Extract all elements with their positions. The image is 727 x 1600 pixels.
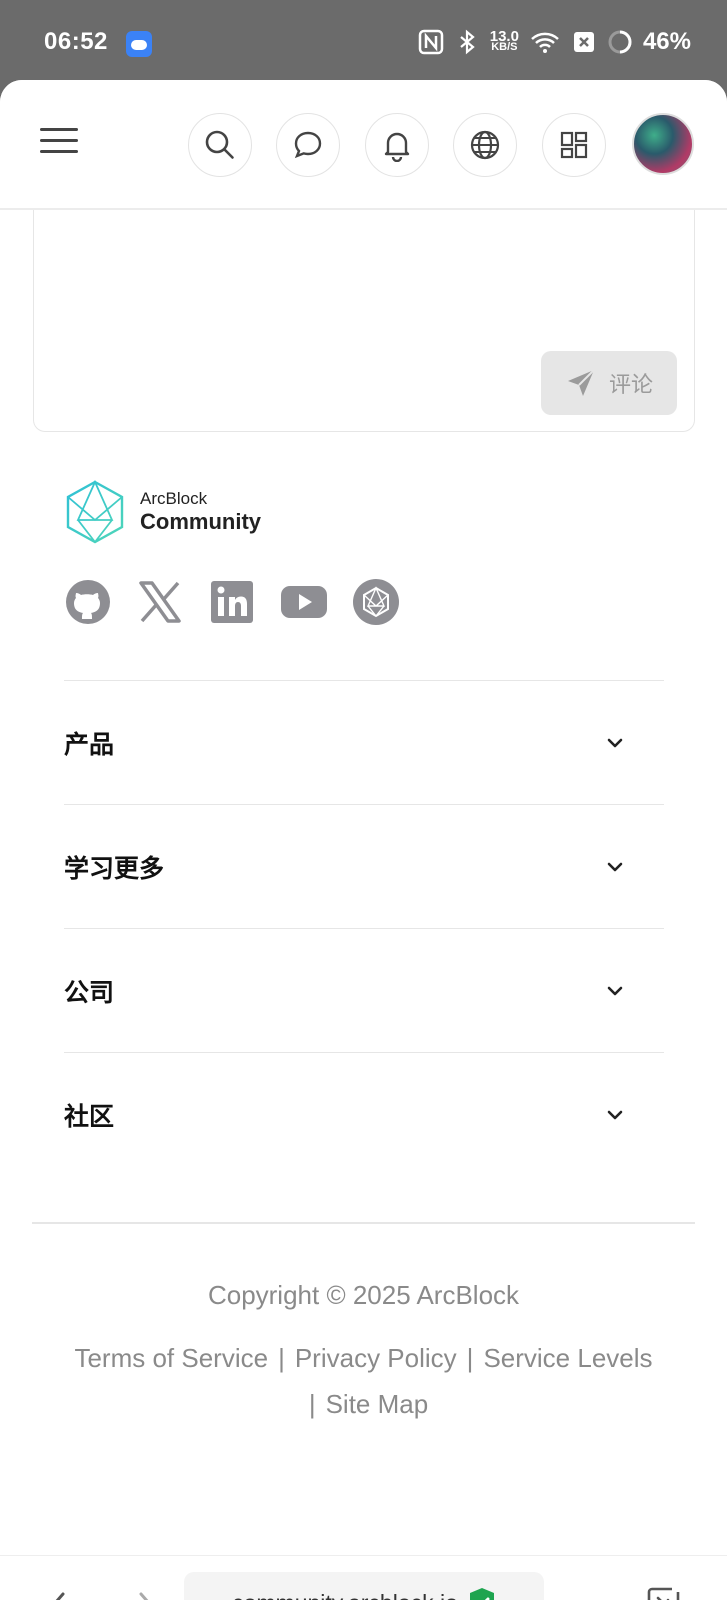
footer-logo[interactable]: ArcBlock Community <box>66 480 261 544</box>
accordion-label: 公司 <box>64 977 115 1007</box>
privacy-link[interactable]: Privacy Policy <box>295 1343 457 1373</box>
user-avatar[interactable] <box>632 113 694 175</box>
apps-icon <box>560 131 588 159</box>
chevron-down-icon <box>607 738 623 747</box>
chat-button[interactable] <box>276 113 340 177</box>
apps-button[interactable] <box>542 113 606 177</box>
site-map-link[interactable]: Site Map <box>326 1389 429 1419</box>
browser-toolbar: community.arcblock.io ··· <box>0 1555 727 1600</box>
github-link[interactable] <box>64 578 112 626</box>
notifications-button[interactable] <box>365 113 429 177</box>
back-button[interactable] <box>36 1590 76 1600</box>
terms-link[interactable]: Terms of Service <box>74 1343 268 1373</box>
floating-window-icon[interactable] <box>646 1586 684 1600</box>
arcblock-logo-icon <box>66 480 124 544</box>
secure-shield-icon <box>469 1588 494 1600</box>
linkedin-icon <box>211 581 253 623</box>
social-links <box>64 578 400 626</box>
arcblock-link[interactable] <box>352 578 400 626</box>
url-text: community.arcblock.io <box>232 1590 458 1600</box>
url-bar[interactable]: community.arcblock.io <box>184 1572 544 1600</box>
github-icon <box>66 580 110 624</box>
youtube-icon <box>281 586 327 618</box>
status-bar: 06:52 13.0 KB/S 46% <box>0 0 727 86</box>
chat-icon <box>294 131 322 159</box>
forward-button[interactable] <box>128 1590 168 1600</box>
x-link[interactable] <box>136 578 184 626</box>
accordion-label: 产品 <box>64 729 115 759</box>
accordion-products[interactable]: 产品 <box>64 680 664 804</box>
link-separator: | <box>308 1389 316 1419</box>
search-button[interactable] <box>188 113 252 177</box>
link-separator: | <box>466 1343 474 1373</box>
bluetooth-icon <box>460 29 475 55</box>
search-icon <box>205 130 234 159</box>
accordion-label: 学习更多 <box>64 853 165 883</box>
footer-divider <box>32 1222 695 1224</box>
comment-submit-button[interactable]: 评论 <box>541 351 677 415</box>
sim-off-icon <box>573 32 594 52</box>
arcblock-icon <box>353 579 399 625</box>
accordion-community[interactable]: 社区 <box>64 1052 664 1176</box>
nfc-icon <box>418 29 443 55</box>
link-separator: | <box>278 1343 285 1373</box>
copyright-text: Copyright © 2025 ArcBlock <box>207 1280 520 1310</box>
app-header <box>0 80 727 210</box>
page-sheet: 评论 ArcBlock Community 产品 学习更多 公司 社区 Copy… <box>0 80 727 1600</box>
youtube-link[interactable] <box>280 578 328 626</box>
menu-icon <box>40 128 78 131</box>
x-icon <box>139 581 181 623</box>
logo-text-big: Community <box>140 509 261 534</box>
linkedin-link[interactable] <box>208 578 256 626</box>
status-icons: 13.0 KB/S 46% <box>418 28 691 56</box>
globe-icon <box>470 130 500 160</box>
bell-icon <box>384 132 410 162</box>
service-levels-link[interactable]: Service Levels <box>483 1343 652 1373</box>
battery-level: 46% <box>642 28 691 55</box>
chevron-down-icon <box>607 1110 623 1119</box>
menu-button[interactable] <box>40 128 78 158</box>
accordion-company[interactable]: 公司 <box>64 928 664 1052</box>
chevron-right-icon <box>139 1592 149 1600</box>
accordion-label: 社区 <box>64 1101 115 1131</box>
battery-ring-icon <box>608 30 632 54</box>
send-icon <box>567 369 595 396</box>
status-time: 06:52 <box>44 28 108 55</box>
chevron-down-icon <box>607 986 623 995</box>
footer-accordion: 产品 学习更多 公司 社区 <box>64 680 664 1176</box>
wifi-icon <box>531 32 559 53</box>
chevron-left-icon <box>55 1592 65 1600</box>
logo-text-small: ArcBlock <box>140 489 208 508</box>
legal-links: Terms of Service | Privacy Policy | Service … <box>40 1335 687 1427</box>
more-button[interactable]: ··· <box>568 1586 602 1600</box>
weather-icon <box>126 31 152 57</box>
language-button[interactable] <box>453 113 517 177</box>
chevron-down-icon <box>607 862 623 871</box>
network-speed: 13.0 KB/S <box>489 28 519 53</box>
comment-submit-label: 评论 <box>608 372 653 397</box>
accordion-learn-more[interactable]: 学习更多 <box>64 804 664 928</box>
